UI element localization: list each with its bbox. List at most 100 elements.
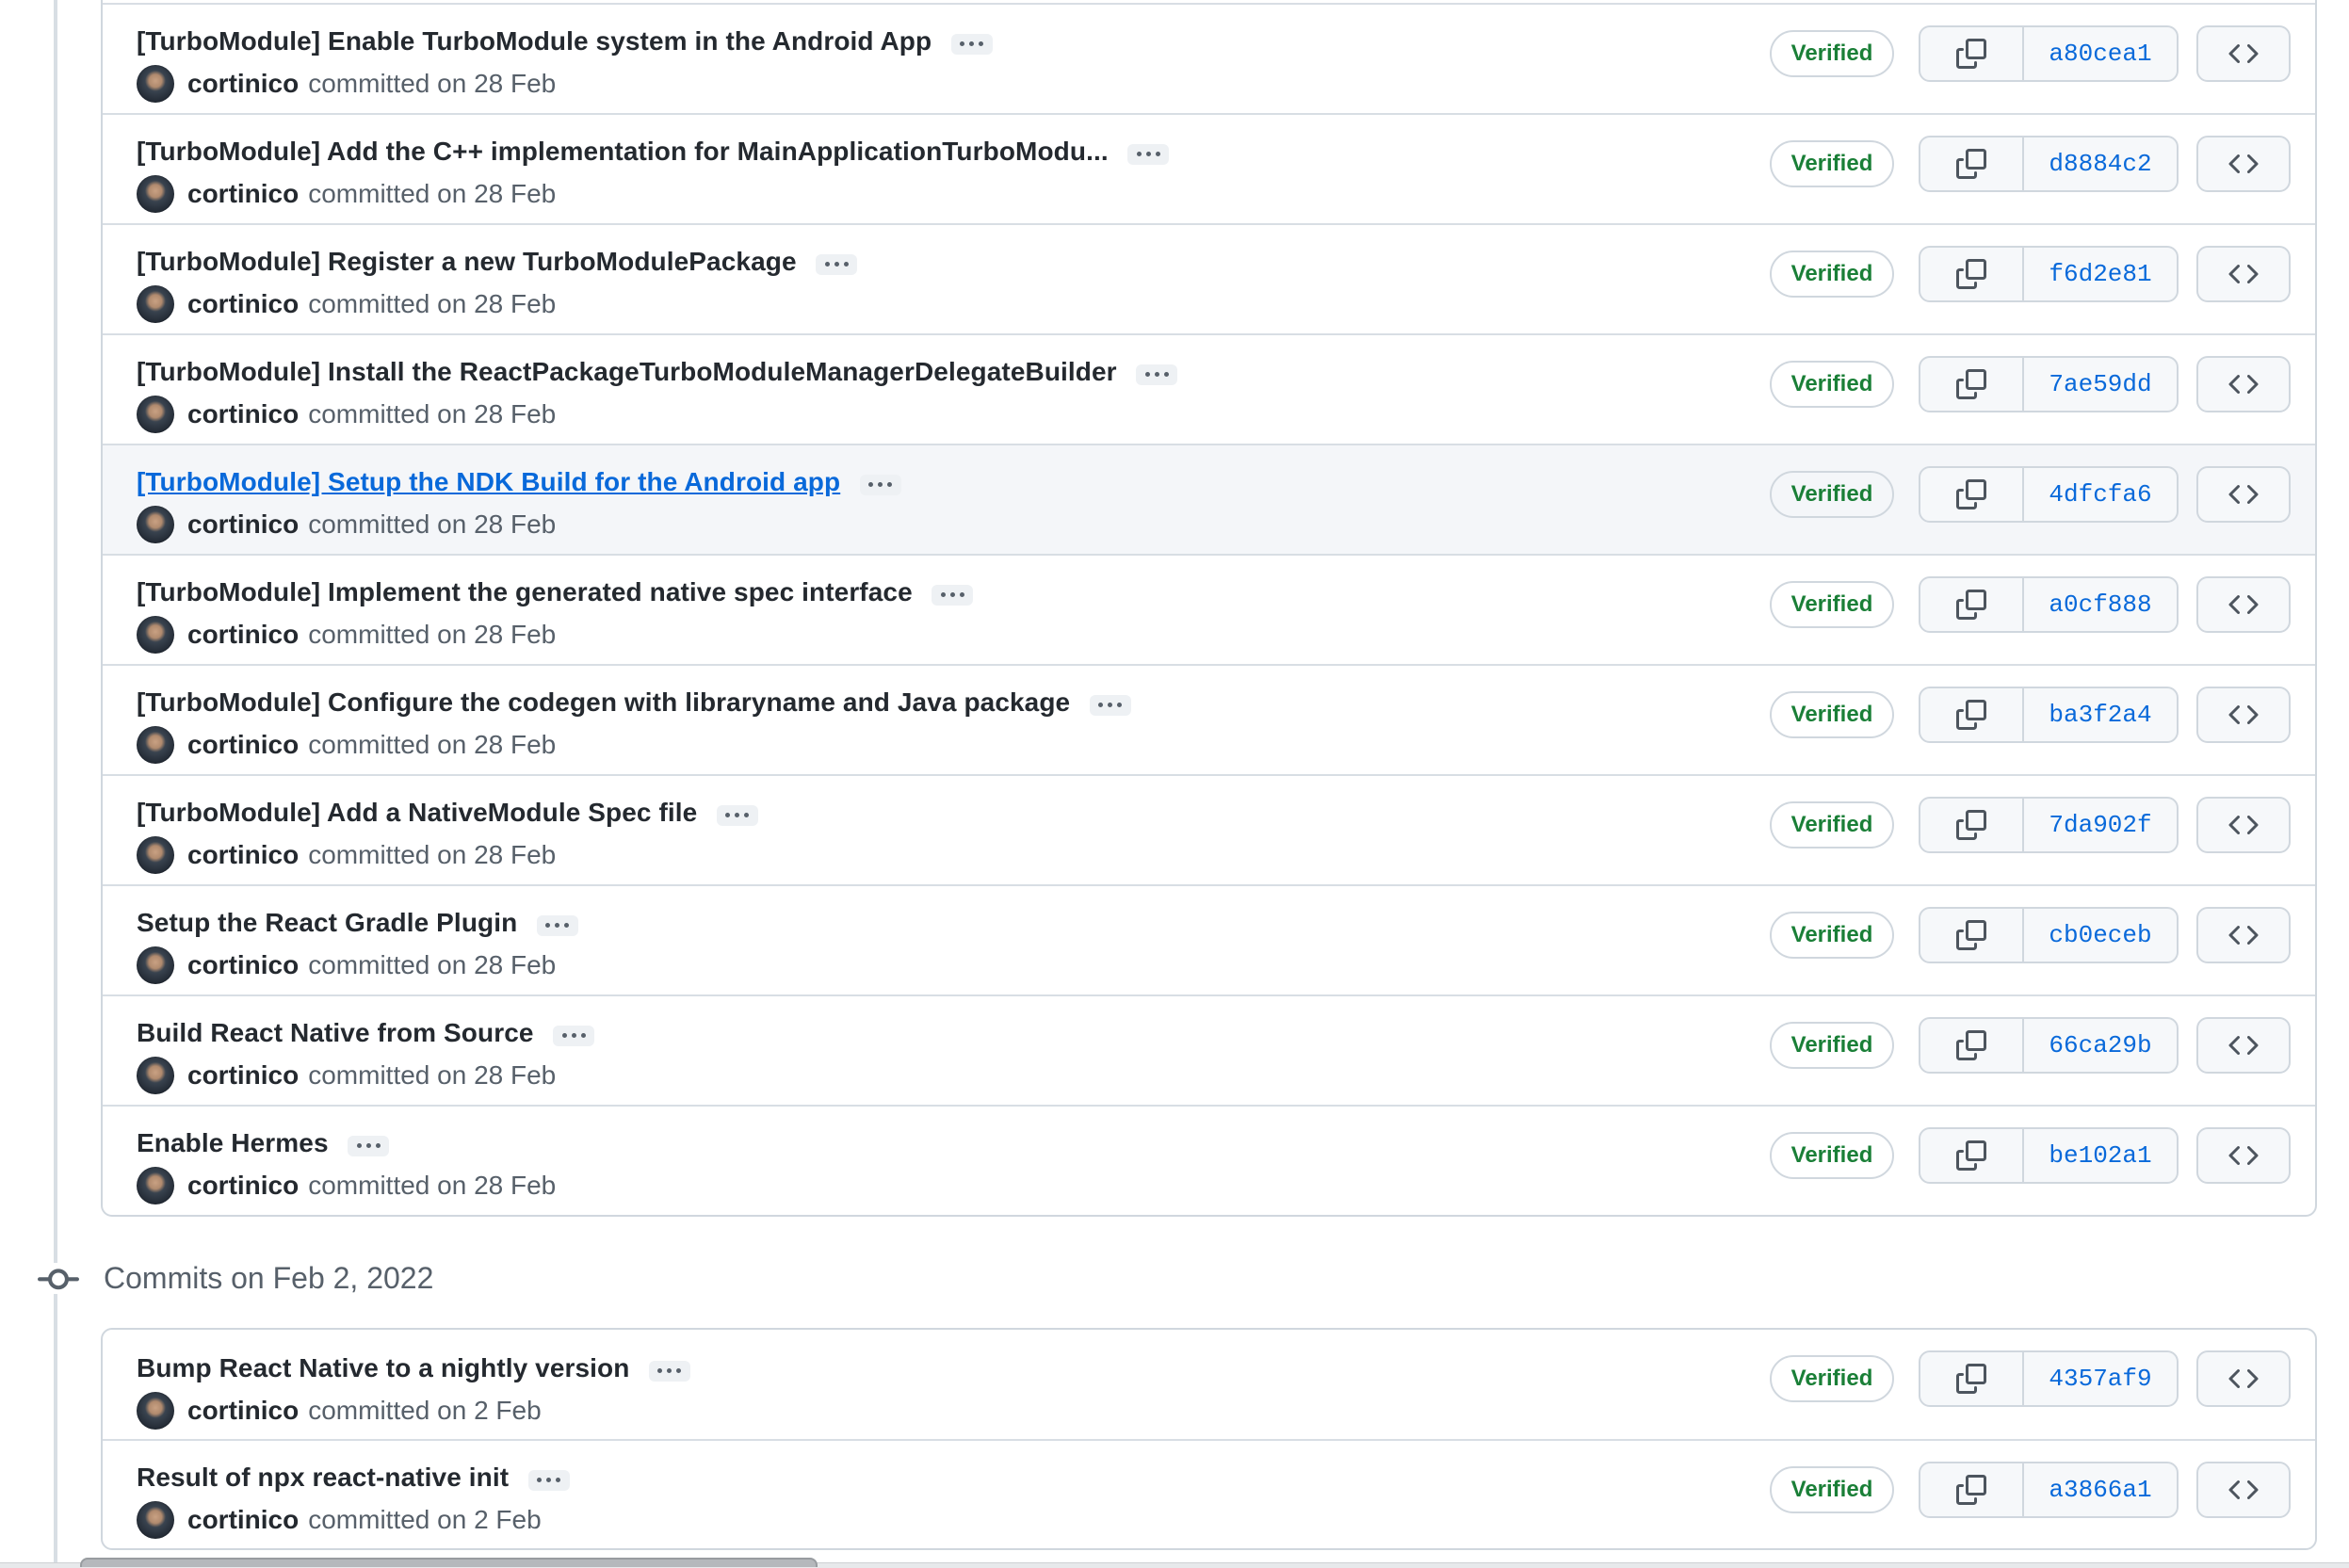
verified-badge[interactable]: Verified [1770, 1022, 1894, 1069]
author-name-link[interactable]: cortinico [187, 620, 299, 650]
verified-badge[interactable]: Verified [1770, 140, 1894, 187]
copy-sha-button[interactable] [1920, 27, 2024, 80]
browse-code-button[interactable] [2196, 466, 2291, 523]
commit-message-expander-button[interactable] [816, 253, 858, 275]
author-name-link[interactable]: cortinico [187, 289, 299, 319]
browse-code-button[interactable] [2196, 576, 2291, 633]
commit-sha-link[interactable]: ba3f2a4 [2024, 688, 2177, 741]
commit-message-expander-button[interactable] [648, 1360, 690, 1382]
verified-badge[interactable]: Verified [1770, 251, 1894, 298]
verified-badge[interactable]: Verified [1770, 361, 1894, 408]
commit-title-link[interactable]: Result of npx react-native init [137, 1463, 509, 1492]
copy-sha-button[interactable] [1920, 799, 2024, 851]
copy-sha-button[interactable] [1920, 1463, 2024, 1516]
commit-message-expander-button[interactable] [1136, 364, 1178, 385]
author-avatar[interactable] [137, 1167, 174, 1204]
author-avatar[interactable] [137, 946, 174, 984]
verified-badge[interactable]: Verified [1770, 691, 1894, 738]
commit-sha-link[interactable]: 4357af9 [2024, 1352, 2177, 1405]
author-name-link[interactable]: cortinico [187, 179, 299, 209]
author-name-link[interactable]: cortinico [187, 399, 299, 429]
commit-title-link[interactable]: Bump React Native to a nightly version [137, 1353, 629, 1382]
verified-badge[interactable]: Verified [1770, 581, 1894, 628]
commit-title-link[interactable]: [TurboModule] Install the ReactPackageTu… [137, 357, 1117, 386]
verified-badge[interactable]: Verified [1770, 471, 1894, 518]
commit-sha-link[interactable]: a0cf888 [2024, 578, 2177, 631]
copy-sha-button[interactable] [1920, 248, 2024, 300]
author-name-link[interactable]: cortinico [187, 1060, 299, 1091]
browse-code-button[interactable] [2196, 797, 2291, 853]
commit-sha-link[interactable]: f6d2e81 [2024, 248, 2177, 300]
commit-message-expander-button[interactable] [536, 914, 578, 936]
commit-title-link[interactable]: [TurboModule] Enable TurboModule system … [137, 26, 932, 56]
commit-sha-link[interactable]: a3866a1 [2024, 1463, 2177, 1516]
copy-sha-button[interactable] [1920, 358, 2024, 411]
commit-sha-link[interactable]: be102a1 [2024, 1129, 2177, 1182]
commit-sha-link[interactable]: cb0eceb [2024, 909, 2177, 962]
commit-message-expander-button[interactable] [553, 1025, 595, 1046]
commit-title-link[interactable]: Build React Native from Source [137, 1018, 534, 1047]
verified-badge[interactable]: Verified [1770, 1132, 1894, 1179]
author-avatar[interactable] [137, 506, 174, 543]
author-name-link[interactable]: cortinico [187, 1396, 299, 1426]
commit-sha-link[interactable]: 4dfcfa6 [2024, 468, 2177, 521]
browse-code-button[interactable] [2196, 246, 2291, 302]
commit-message-expander-button[interactable] [950, 33, 993, 55]
copy-sha-button[interactable] [1920, 578, 2024, 631]
commit-sha-link[interactable]: 66ca29b [2024, 1019, 2177, 1072]
browse-code-button[interactable] [2196, 136, 2291, 192]
author-avatar[interactable] [137, 836, 174, 874]
copy-sha-button[interactable] [1920, 688, 2024, 741]
author-avatar[interactable] [137, 175, 174, 213]
author-avatar[interactable] [137, 1501, 174, 1539]
author-avatar[interactable] [137, 1392, 174, 1430]
commit-message-expander-button[interactable] [348, 1135, 390, 1156]
commit-title-link[interactable]: [TurboModule] Setup the NDK Build for th… [137, 467, 840, 496]
author-name-link[interactable]: cortinico [187, 69, 299, 99]
verified-badge[interactable]: Verified [1770, 1355, 1894, 1402]
author-name-link[interactable]: cortinico [187, 950, 299, 980]
author-avatar[interactable] [137, 616, 174, 654]
copy-sha-button[interactable] [1920, 1019, 2024, 1072]
author-name-link[interactable]: cortinico [187, 1171, 299, 1201]
commit-message-expander-button[interactable] [932, 584, 974, 606]
verified-badge[interactable]: Verified [1770, 1466, 1894, 1513]
copy-sha-button[interactable] [1920, 1352, 2024, 1405]
browse-code-button[interactable] [2196, 1350, 2291, 1407]
commit-title-link[interactable]: [TurboModule] Register a new TurboModule… [137, 247, 797, 276]
browse-code-button[interactable] [2196, 1017, 2291, 1074]
commit-title-link[interactable]: [TurboModule] Add the C++ implementation… [137, 137, 1109, 166]
commit-message-expander-button[interactable] [1089, 694, 1131, 716]
author-avatar[interactable] [137, 396, 174, 433]
commit-message-expander-button[interactable] [859, 474, 901, 495]
copy-sha-button[interactable] [1920, 137, 2024, 190]
commit-title-link[interactable]: Setup the React Gradle Plugin [137, 908, 517, 937]
browse-code-button[interactable] [2196, 1127, 2291, 1184]
horizontal-scrollbar-thumb[interactable] [80, 1558, 818, 1567]
author-name-link[interactable]: cortinico [187, 840, 299, 870]
commit-message-expander-button[interactable] [1127, 143, 1170, 165]
commit-message-expander-button[interactable] [527, 1469, 570, 1491]
browse-code-button[interactable] [2196, 687, 2291, 743]
author-name-link[interactable]: cortinico [187, 730, 299, 760]
verified-badge[interactable]: Verified [1770, 30, 1894, 77]
browse-code-button[interactable] [2196, 25, 2291, 82]
commit-title-link[interactable]: [TurboModule] Add a NativeModule Spec fi… [137, 798, 697, 827]
browse-code-button[interactable] [2196, 356, 2291, 412]
browse-code-button[interactable] [2196, 1462, 2291, 1518]
verified-badge[interactable]: Verified [1770, 801, 1894, 849]
copy-sha-button[interactable] [1920, 468, 2024, 521]
author-avatar[interactable] [137, 65, 174, 103]
commit-sha-link[interactable]: 7ae59dd [2024, 358, 2177, 411]
author-avatar[interactable] [137, 285, 174, 323]
author-avatar[interactable] [137, 1057, 174, 1094]
author-name-link[interactable]: cortinico [187, 1505, 299, 1535]
copy-sha-button[interactable] [1920, 1129, 2024, 1182]
copy-sha-button[interactable] [1920, 909, 2024, 962]
author-avatar[interactable] [137, 726, 174, 764]
commit-title-link[interactable]: Enable Hermes [137, 1128, 329, 1157]
commit-sha-link[interactable]: d8884c2 [2024, 137, 2177, 190]
commit-title-link[interactable]: [TurboModule] Configure the codegen with… [137, 687, 1070, 717]
commit-sha-link[interactable]: 7da902f [2024, 799, 2177, 851]
verified-badge[interactable]: Verified [1770, 912, 1894, 959]
